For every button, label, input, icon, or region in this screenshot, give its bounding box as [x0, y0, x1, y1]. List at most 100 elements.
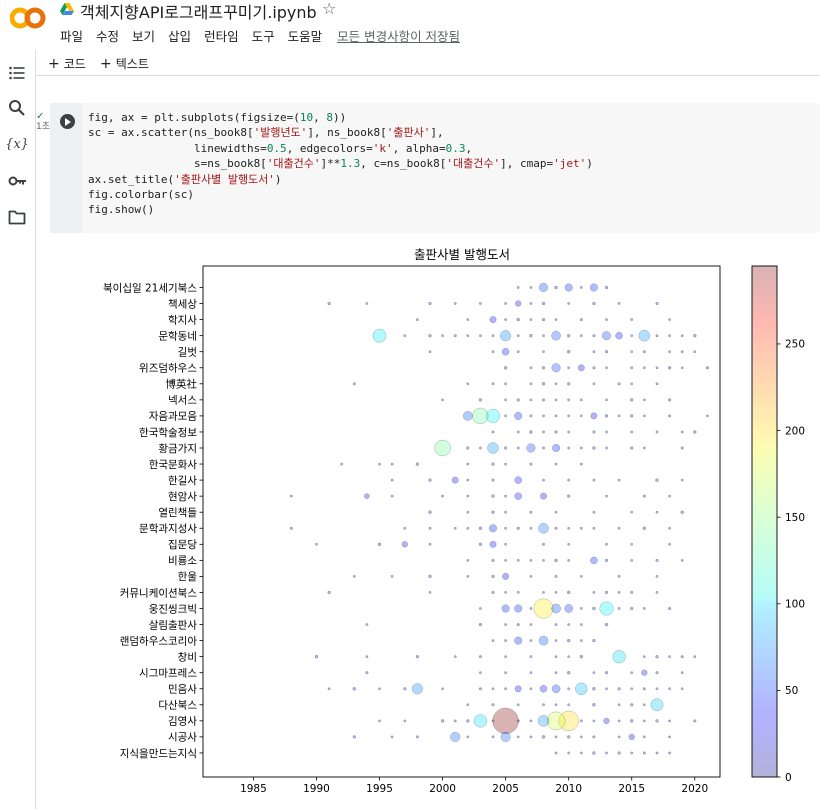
- data-point: [529, 639, 533, 643]
- data-point: [705, 414, 709, 418]
- data-point: [592, 334, 596, 338]
- colab-logo-icon[interactable]: [10, 6, 46, 30]
- menu-runtime[interactable]: 런타임: [204, 26, 239, 45]
- y-tick-label: 창비: [178, 651, 197, 663]
- data-point: [415, 318, 419, 322]
- menu-edit[interactable]: 수정: [96, 26, 119, 45]
- add-code-button[interactable]: + 코드: [48, 55, 86, 72]
- data-point: [552, 443, 561, 453]
- data-point: [554, 671, 558, 675]
- menu-view[interactable]: 보기: [132, 26, 155, 45]
- data-point: [554, 655, 558, 659]
- data-point: [411, 683, 423, 695]
- data-point: [605, 318, 608, 322]
- data-point: [680, 366, 684, 370]
- data-point: [567, 302, 571, 305]
- data-point: [504, 510, 508, 514]
- check-icon: ✓: [36, 111, 45, 122]
- y-tick-label: 현암사: [168, 491, 197, 503]
- data-point: [655, 719, 659, 723]
- data-point: [579, 751, 583, 755]
- y-tick-label: 민음사: [168, 684, 197, 696]
- data-point: [289, 494, 293, 498]
- data-point: [554, 285, 558, 290]
- star-icon[interactable]: ☆: [322, 0, 336, 18]
- menu-tools[interactable]: 도구: [252, 26, 275, 45]
- data-point: [617, 302, 621, 305]
- data-point: [378, 719, 381, 723]
- data-point: [554, 590, 558, 594]
- data-point: [542, 334, 545, 338]
- y-tick-label: 집문당: [168, 539, 197, 551]
- left-sidebar: {x}: [0, 50, 36, 809]
- y-axis: 북이십일 21세기북스책세상학지사문학동네길벗위즈덤하우스 博英社 넥서스자음과모음…: [103, 281, 203, 760]
- data-point: [551, 330, 561, 341]
- data-point: [605, 542, 608, 546]
- data-point: [592, 430, 596, 434]
- data-point: [514, 492, 522, 500]
- data-point: [529, 302, 533, 305]
- search-icon[interactable]: [8, 99, 26, 117]
- data-point: [440, 719, 445, 723]
- table-of-contents-icon[interactable]: [8, 64, 26, 82]
- data-point: [680, 350, 684, 354]
- save-status-link[interactable]: 모든 변경사항이 저장됨: [337, 26, 460, 45]
- data-point: [516, 558, 520, 562]
- data-point: [542, 430, 545, 434]
- variables-icon[interactable]: {x}: [6, 134, 28, 152]
- data-point: [655, 687, 659, 691]
- data-point: [551, 684, 561, 694]
- data-point: [630, 558, 634, 562]
- data-point: [668, 318, 672, 322]
- data-point: [340, 462, 344, 466]
- x-tick-label: 2005: [492, 783, 519, 795]
- data-point: [504, 462, 508, 466]
- data-point: [489, 316, 497, 324]
- secrets-key-icon[interactable]: [8, 172, 28, 190]
- data-point: [630, 542, 634, 546]
- y-tick-label: 시공사: [168, 732, 197, 744]
- data-point: [668, 687, 672, 691]
- data-point: [605, 687, 608, 691]
- data-point: [605, 446, 608, 450]
- data-point: [478, 446, 482, 450]
- data-point: [541, 317, 546, 322]
- add-text-button[interactable]: + 텍스트: [100, 55, 149, 72]
- data-point: [592, 751, 596, 755]
- data-point: [642, 719, 646, 723]
- data-point: [693, 333, 697, 338]
- data-point: [514, 685, 522, 693]
- data-point: [604, 671, 609, 675]
- data-point: [655, 382, 659, 386]
- data-point: [566, 590, 571, 595]
- add-code-label: 코드: [63, 57, 86, 71]
- data-point: [592, 446, 596, 450]
- y-tick-label: 랜덤하우스코리아: [120, 634, 198, 647]
- run-cell-button[interactable]: [60, 114, 75, 129]
- menu-insert[interactable]: 삽입: [168, 26, 191, 45]
- data-point: [478, 542, 483, 546]
- data-point: [630, 606, 634, 611]
- data-point: [434, 439, 451, 457]
- menu-file[interactable]: 파일: [60, 26, 83, 45]
- data-point: [590, 412, 598, 420]
- data-point: [668, 414, 672, 418]
- data-point: [537, 715, 550, 727]
- files-folder-icon[interactable]: [8, 208, 26, 226]
- notebook-title[interactable]: 객체지향API로그래프꾸미기.ipynb: [80, 0, 317, 23]
- google-drive-icon[interactable]: [60, 3, 74, 16]
- data-point: [579, 623, 583, 627]
- data-point: [541, 366, 546, 370]
- data-point: [403, 719, 407, 723]
- data-point: [289, 526, 293, 530]
- data-point: [554, 703, 558, 707]
- code-text[interactable]: fig, ax = plt.subplots(figsize=(10, 8)) s…: [88, 110, 593, 218]
- code-line: fig.show(): [88, 203, 155, 217]
- data-point: [529, 382, 533, 386]
- menu-help[interactable]: 도움말: [288, 26, 323, 45]
- data-point: [554, 510, 558, 514]
- data-point: [428, 542, 432, 546]
- data-point: [529, 558, 533, 562]
- data-point: [529, 366, 533, 370]
- data-point: [629, 719, 634, 723]
